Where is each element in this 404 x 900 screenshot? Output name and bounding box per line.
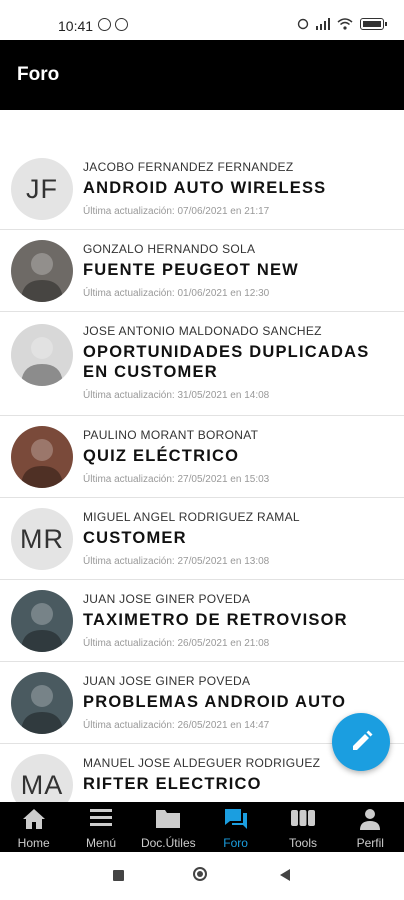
system-navigation-bar (0, 852, 404, 900)
topic-title: ANDROID AUTO WIRELESS (83, 179, 327, 197)
status-bar: 10:41 (0, 0, 404, 40)
alarm-icon (297, 18, 309, 30)
folder-icon (156, 810, 181, 828)
avatar-initials: JF (26, 174, 58, 204)
topic-title: PROBLEMAS ANDROID AUTO (83, 693, 347, 711)
nav-profile[interactable]: Perfil (337, 802, 404, 852)
new-topic-button[interactable] (332, 713, 390, 771)
avatar-photo (21, 253, 63, 302)
topic-list[interactable]: JF JACOBO FERNANDEZ FERNANDEZ ANDROID AUTO… (0, 148, 404, 802)
topic-row[interactable]: PAULINO MORANT BORONAT QUIZ ELÉCTRICO Últi… (0, 416, 404, 498)
topic-author: JUAN JOSE GINER POVEDA (83, 592, 251, 606)
menu-icon (89, 809, 112, 826)
back-button[interactable] (280, 869, 290, 881)
topic-author: GONZALO HERNANDO SOLA (83, 242, 256, 256)
topic-row[interactable]: MR MIGUEL ANGEL RODRIGUEZ RAMAL CUSTOMER Úl… (0, 498, 404, 580)
topic-title: FUENTE PEUGEOT NEW (83, 261, 299, 279)
topic-title: OPORTUNIDADES DUPLICADAS EN CUSTOMER (83, 343, 370, 381)
avatar-initials: MR (20, 524, 64, 554)
topic-row[interactable]: JUAN JOSE GINER POVEDA TAXIMETRO DE RETRO… (0, 580, 404, 662)
topic-author: PAULINO MORANT BORONAT (83, 428, 259, 442)
topic-last-updated: Última actualización: 27/05/2021 en 15:0… (83, 474, 270, 485)
avatar-photo (21, 603, 63, 652)
nav-menu[interactable]: Menú (67, 802, 134, 852)
bottom-navigation: Home Menú Doc.Útiles Foro Tools Perfil (0, 802, 404, 852)
topic-row[interactable]: GONZALO HERNANDO SOLA FUENTE PEUGEOT NEW Ú… (0, 230, 404, 312)
topic-author: JUAN JOSE GINER POVEDA (83, 674, 251, 688)
nav-tools[interactable]: Tools (269, 802, 336, 852)
notification-icon (115, 18, 128, 31)
topic-last-updated: Última actualización: 26/05/2021 en 14:4… (83, 720, 270, 731)
battery-icon (360, 17, 387, 30)
home-icon (22, 809, 45, 829)
avatar (11, 426, 73, 488)
status-time: 10:41 (58, 18, 94, 34)
topic-last-updated: Última actualización: 01/06/2021 en 12:3… (83, 288, 270, 299)
nav-home[interactable]: Home (0, 802, 67, 852)
pencil-icon (353, 730, 373, 750)
avatar: MA (11, 754, 73, 802)
topic-row[interactable]: JOSE ANTONIO MALDONADO SANCHEZ OPORTUNIDA… (0, 312, 404, 416)
avatar-photo (21, 439, 63, 488)
nav-documents[interactable]: Doc.Útiles (135, 802, 202, 852)
topic-author: MANUEL JOSE ALDEGUER RODRIGUEZ (83, 756, 321, 770)
avatar-photo (21, 337, 63, 386)
topic-title: CUSTOMER (83, 529, 187, 547)
avatar (11, 672, 73, 734)
topic-last-updated: Última actualización: 31/05/2021 en 14:0… (83, 390, 270, 401)
avatar-initials: MA (20, 770, 64, 800)
notification-icons (98, 18, 128, 31)
avatar: JF (11, 158, 73, 220)
topic-author: JACOBO FERNANDEZ FERNANDEZ (83, 160, 294, 174)
nav-forum[interactable]: Foro (202, 802, 269, 852)
whatsapp-icon (98, 18, 111, 31)
nav-tools-label: Tools (288, 836, 317, 850)
topic-last-updated: Última actualización: 07/06/2021 en 21:1… (83, 206, 270, 217)
page-title: Foro (17, 64, 60, 85)
avatar-photo (21, 685, 63, 734)
tools-icon (290, 810, 315, 826)
person-icon (360, 809, 381, 830)
wifi-icon (337, 17, 353, 30)
topic-last-updated: Última actualización: 26/05/2021 en 21:0… (83, 638, 270, 649)
nav-profile-label: Perfil (356, 836, 384, 850)
home-button[interactable] (193, 867, 207, 881)
nav-documents-label: Doc.Útiles (140, 836, 196, 850)
avatar (11, 324, 73, 386)
app-bar: Foro (0, 40, 404, 110)
nav-menu-label: Menú (85, 836, 116, 850)
topic-row[interactable]: JF JACOBO FERNANDEZ FERNANDEZ ANDROID AUTO… (0, 148, 404, 230)
forum-icon (224, 809, 247, 829)
topic-title: TAXIMETRO DE RETROVISOR (83, 611, 348, 629)
topic-title: RIFTER ELECTRICO (83, 775, 262, 793)
avatar: MR (11, 508, 73, 570)
signal-icon (316, 17, 330, 30)
nav-home-label: Home (17, 836, 50, 850)
nav-forum-label: Foro (223, 836, 248, 850)
avatar (11, 590, 73, 652)
recents-button[interactable] (113, 870, 124, 881)
topic-author: MIGUEL ANGEL RODRIGUEZ RAMAL (83, 510, 300, 524)
system-icons (297, 17, 387, 30)
topic-title: QUIZ ELÉCTRICO (83, 447, 240, 465)
topic-author: JOSE ANTONIO MALDONADO SANCHEZ (83, 324, 322, 338)
topic-last-updated: Última actualización: 27/05/2021 en 13:0… (83, 556, 270, 567)
avatar (11, 240, 73, 302)
